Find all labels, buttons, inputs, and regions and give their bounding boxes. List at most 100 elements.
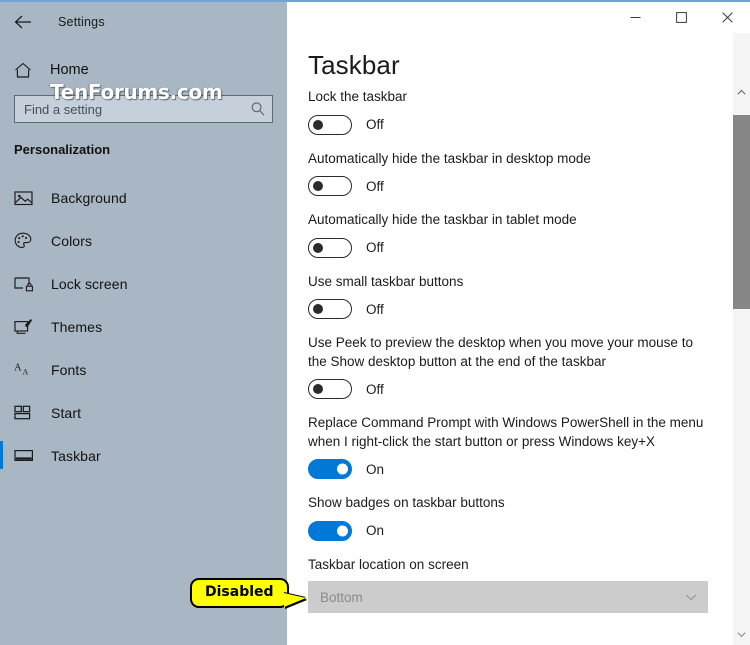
setting-label: Use Peek to preview the desktop when you… [308,335,693,369]
toggle-use-peek-preview-desktop[interactable] [308,379,352,399]
taskbar-location-dropdown: Bottom [308,581,708,613]
back-button[interactable] [0,6,46,38]
setting-label: Automatically hide the taskbar in deskto… [308,150,591,166]
toggle-knob [312,181,323,191]
toggle-state-label: Off [366,301,384,317]
title-bar-left: Settings [0,2,287,42]
setting-auto-hide-desktop-mode: Automatically hide the taskbar in deskto… [308,150,719,198]
lock-screen-icon [14,276,40,292]
toggle-state-label: On [366,523,385,538]
sidebar-item-lock-screen[interactable]: Lock screen [0,262,287,305]
toggle-row: Off [308,175,719,197]
setting-label: Use small taskbar buttons [308,273,464,289]
sidebar: Settings Home TenForums.com Find a setti… [0,2,287,645]
disabled-callout: Disabled [190,578,306,608]
close-icon [721,12,733,23]
maximize-icon [675,12,687,23]
setting-taskbar-location-on-screen: Taskbar location on screen Bottom [308,556,719,613]
sidebar-item-themes[interactable]: Themes [0,305,287,348]
setting-replace-command-prompt-powershell: Replace Command Prompt with Windows Powe… [308,414,719,480]
setting-use-small-taskbar-buttons: Use small taskbar buttons Off [308,273,719,321]
taskbar-icon [14,448,40,463]
scrollbar[interactable] [733,33,750,645]
scrollbar-down-button[interactable] [733,626,750,643]
selection-accent-bar [0,269,3,297]
toggle-knob [336,525,348,536]
setting-label: Automatically hide the taskbar in tablet… [308,212,577,227]
toggle-knob [312,119,323,130]
svg-text:A: A [23,368,29,377]
toggle-row: On [308,520,719,542]
setting-label: Taskbar location on screen [308,556,469,572]
toggle-auto-hide-desktop-mode[interactable] [308,176,352,196]
sidebar-section-header: Personalization [14,142,111,157]
sidebar-item-fonts-label: Fonts [51,361,87,378]
picture-icon [14,190,40,206]
toggle-show-badges-on-taskbar-buttons[interactable] [308,520,352,541]
search-icon [250,101,266,117]
toggle-row: Off [308,298,719,320]
toggle-state-label: Off [366,117,384,132]
toggle-state-label: Off [366,240,384,255]
settings-list: Lock the taskbar Off Automatically hide … [287,88,727,627]
toggle-state-label: Off [366,381,384,397]
minimize-button[interactable] [612,2,658,33]
sidebar-item-fonts[interactable]: A A Fonts [0,348,287,391]
start-icon [14,405,40,420]
sidebar-item-start-label: Start [51,404,82,421]
toggle-state-label: Off [366,178,384,194]
chevron-down-icon [684,590,698,604]
scrollbar-thumb[interactable] [733,115,750,309]
tenforums-watermark: TenForums.com [50,80,223,104]
app-title: Settings [58,15,105,29]
selection-accent-bar [0,355,3,383]
close-button[interactable] [704,2,750,33]
toggle-state-label: On [366,461,385,477]
toggle-knob [312,242,323,253]
sidebar-item-start[interactable]: Start [0,391,287,434]
scrollbar-track[interactable] [733,101,750,645]
setting-lock-the-taskbar: Lock the taskbar Off [308,88,719,136]
toggle-knob [312,304,323,314]
dropdown-selected-value: Bottom [320,589,363,605]
home-icon [14,62,38,79]
setting-use-peek-preview-desktop: Use Peek to preview the desktop when you… [308,334,719,400]
toggle-row: On [308,458,719,480]
disabled-callout-text: Disabled [205,584,274,600]
palette-icon [14,232,40,249]
minimize-icon [630,17,640,18]
main-content: Taskbar Lock the taskbar Off Automatical… [287,2,750,645]
sidebar-item-themes-label: Themes [51,318,103,335]
toggle-replace-command-prompt-powershell[interactable] [308,459,352,479]
toggle-use-small-taskbar-buttons[interactable] [308,299,352,319]
window-controls [612,2,750,33]
toggle-row: Off [308,114,719,136]
page-title: Taskbar [308,50,400,80]
maximize-button[interactable] [658,2,704,33]
chevron-up-icon [737,89,746,95]
sidebar-item-taskbar-label: Taskbar [51,447,101,464]
chevron-down-icon [737,632,746,638]
scrollbar-up-button[interactable] [733,84,750,101]
setting-label: Show badges on taskbar buttons [308,495,505,510]
svg-text:A: A [14,363,22,374]
toggle-lock-the-taskbar[interactable] [308,114,352,135]
setting-auto-hide-tablet-mode: Automatically hide the taskbar in tablet… [308,211,719,259]
sidebar-item-lock-screen-label: Lock screen [51,275,128,292]
settings-window: Settings Home TenForums.com Find a setti… [0,0,750,645]
toggle-auto-hide-tablet-mode[interactable] [308,237,352,258]
sidebar-item-background-label: Background [51,189,127,206]
sidebar-item-colors[interactable]: Colors [0,219,287,262]
sidebar-item-taskbar[interactable]: Taskbar [0,434,287,477]
selection-accent-bar [0,312,3,340]
selection-accent-bar [0,183,3,211]
back-arrow-icon [14,15,31,29]
setting-label: Lock the taskbar [308,89,408,104]
fonts-icon: A A [14,361,40,378]
toggle-knob [312,384,323,394]
sidebar-item-background[interactable]: Background [0,176,287,219]
setting-show-badges-on-taskbar-buttons: Show badges on taskbar buttons On [308,494,719,542]
sidebar-nav: Background Colors Lock screen Themes A A… [0,176,287,477]
toggle-row: Off [308,237,719,259]
themes-icon [14,318,40,335]
